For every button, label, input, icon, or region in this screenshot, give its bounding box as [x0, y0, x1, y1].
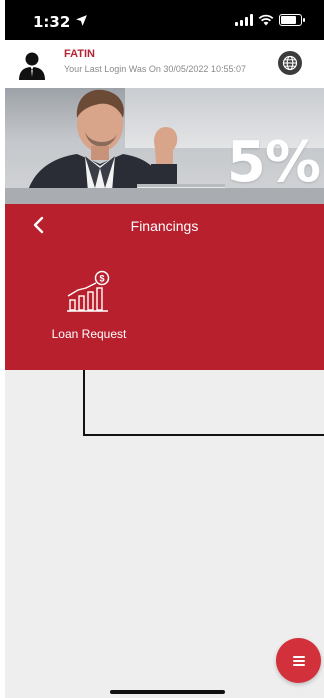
- loan-growth-chart-icon: $: [67, 270, 110, 312]
- menu-icon: [292, 654, 305, 668]
- svg-text:$: $: [99, 274, 104, 284]
- user-avatar-icon[interactable]: [17, 50, 47, 80]
- promo-banner[interactable]: 5%: [5, 88, 324, 204]
- cellular-signal-icon: [235, 14, 253, 26]
- loan-request-button[interactable]: $ Loan Request: [41, 270, 137, 350]
- banner-person-image: [25, 89, 225, 204]
- connector-line-horizontal: [83, 434, 324, 436]
- home-indicator[interactable]: [110, 690, 225, 694]
- globe-icon: [282, 55, 298, 71]
- page-title: Financings: [130, 218, 199, 234]
- user-header: FATIN Your Last Login Was On 30/05/2022 …: [5, 40, 324, 88]
- financings-panel: Financings $ Loan Request: [5, 204, 324, 370]
- app-screen: 1:32 FATIN Your Last Login Was On 30/05/…: [5, 0, 324, 698]
- content-area: [5, 370, 324, 698]
- connector-line-vertical: [83, 370, 85, 436]
- status-icons: [235, 14, 305, 26]
- status-time: 1:32: [33, 13, 71, 31]
- language-button[interactable]: [278, 51, 302, 75]
- user-name: FATIN: [64, 48, 95, 60]
- location-arrow-icon: [76, 15, 87, 26]
- status-bar: 1:32: [5, 0, 324, 40]
- banner-percentage: 5%: [226, 130, 321, 195]
- loan-request-label: Loan Request: [51, 327, 127, 341]
- wifi-icon: [258, 14, 274, 26]
- menu-fab-button[interactable]: [276, 638, 321, 683]
- last-login-text: Your Last Login Was On 30/05/2022 10:55:…: [64, 64, 246, 74]
- battery-icon: [279, 14, 305, 26]
